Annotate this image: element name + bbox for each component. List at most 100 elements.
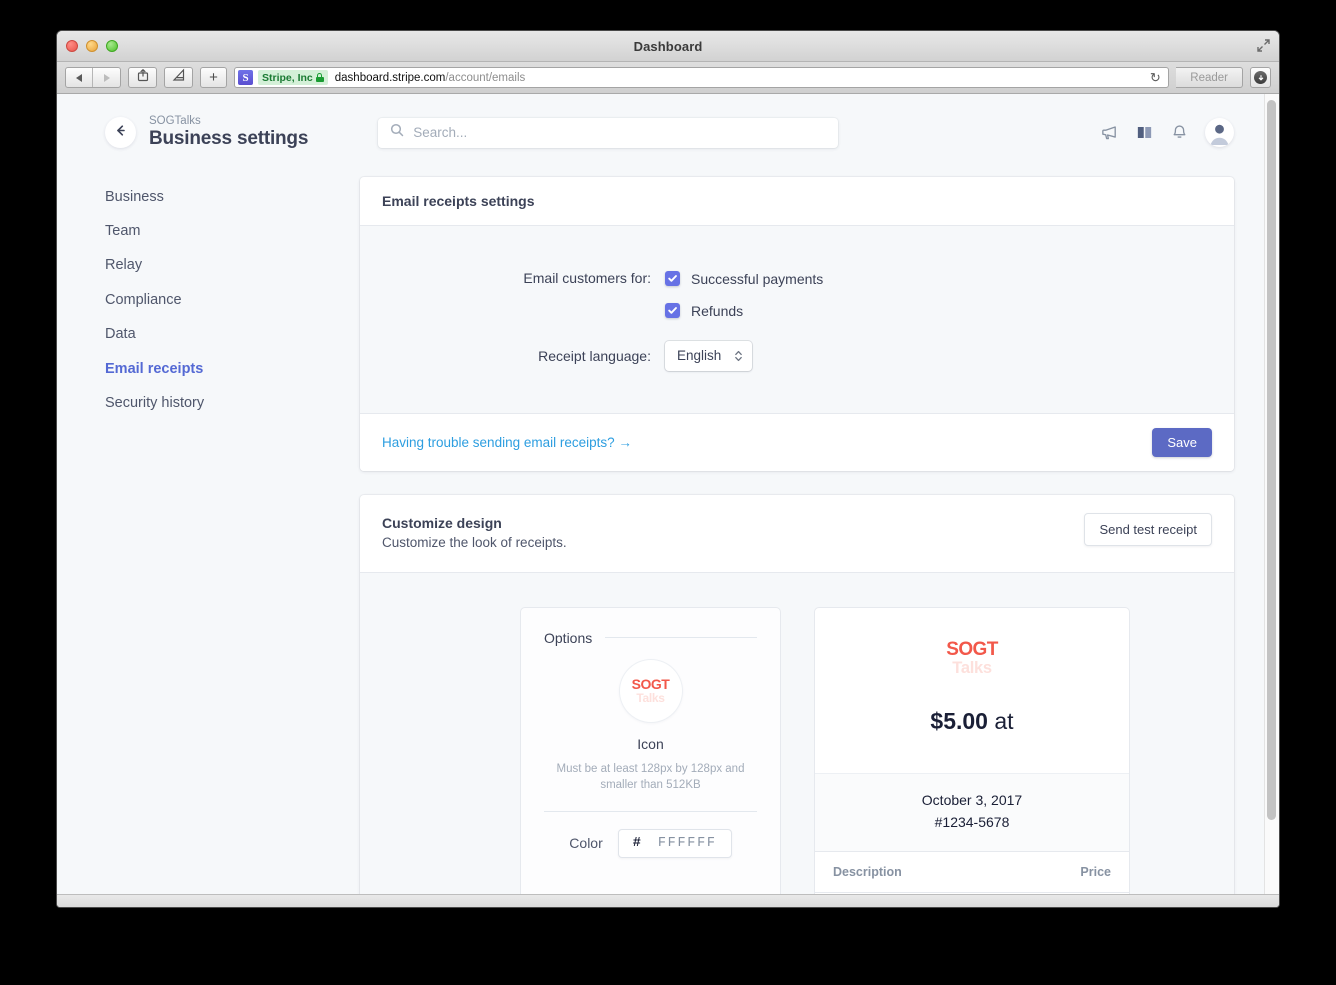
receipt-date: October 3, 2017 <box>921 792 1023 809</box>
scrollbar-thumb[interactable] <box>1267 100 1276 820</box>
email-customers-row: Email customers for: Successful payments <box>360 270 1234 287</box>
bell-icon[interactable] <box>1170 123 1189 142</box>
reading-list-icon <box>172 68 186 87</box>
downloads-button[interactable] <box>1250 67 1271 88</box>
reading-list-button[interactable] <box>164 67 193 88</box>
page-body: Business Team Relay Compliance Data Emai… <box>57 177 1264 894</box>
icon-size-hint: Must be at least 128px by 128px and smal… <box>556 762 745 792</box>
sidebar-item-compliance[interactable]: Compliance <box>105 283 360 317</box>
color-input[interactable]: # FFFFFF <box>617 828 732 858</box>
megaphone-icon[interactable] <box>1100 123 1119 142</box>
sidebar-item-email-receipts[interactable]: Email receipts <box>105 352 360 386</box>
search-bar[interactable] <box>378 117 839 148</box>
checkbox-label-successful-payments: Successful payments <box>691 270 824 287</box>
main-column: Email receipts settings Email customers … <box>360 177 1264 894</box>
refunds-row: Refunds <box>360 303 1234 319</box>
window-titlebar: Dashboard <box>57 31 1279 62</box>
browser-toolbar: + S Stripe, Inc dashboard.stripe.com/acc… <box>57 62 1279 94</box>
color-row: Color # FFFFFF <box>544 812 757 882</box>
address-bar[interactable]: S Stripe, Inc dashboard.stripe.com/accou… <box>234 67 1170 88</box>
customize-design-card: Customize design Customize the look of r… <box>360 494 1234 894</box>
save-button[interactable]: Save <box>1152 427 1212 457</box>
receipt-language-value: English <box>677 348 722 364</box>
receipt-col-description: Description <box>833 864 902 879</box>
page-viewport: SOGTalks Business settings Search... Bus… <box>57 94 1279 894</box>
search-input[interactable] <box>413 125 827 141</box>
header-icon-group <box>1100 118 1234 148</box>
search-icon <box>390 123 404 142</box>
sidebar-item-security-history[interactable]: Security history <box>105 387 360 421</box>
customize-design-header: Customize design Customize the look of r… <box>360 495 1234 572</box>
options-heading-row: Options <box>544 630 757 646</box>
color-hex-value: FFFFFF <box>657 835 717 851</box>
page-scrollbar[interactable] <box>1264 94 1279 894</box>
settings-sidebar: Business Team Relay Compliance Data Emai… <box>105 177 360 894</box>
brand-logo-secondary: Talks <box>636 691 665 706</box>
forward-button[interactable] <box>93 68 120 87</box>
sidebar-item-team[interactable]: Team <box>105 215 360 249</box>
brand-logo-primary: SOGT <box>631 676 670 693</box>
lock-icon <box>315 73 324 82</box>
color-label: Color <box>569 835 603 852</box>
receipt-meta: October 3, 2017 #1234-5678 <box>815 773 1129 852</box>
email-customers-label: Email customers for: <box>523 270 651 287</box>
options-heading: Options <box>544 629 593 646</box>
favicon-stripe: S <box>238 70 253 85</box>
reader-button[interactable]: Reader <box>1176 67 1243 88</box>
new-tab-button[interactable]: + <box>200 67 227 88</box>
receipt-logo: SOGT Talks <box>815 608 1129 698</box>
sidebar-item-relay[interactable]: Relay <box>105 249 360 283</box>
email-receipts-card-footer: Having trouble sending email receipts? →… <box>360 412 1234 471</box>
window-footer <box>57 894 1279 907</box>
window-title: Dashboard <box>633 38 703 54</box>
triangle-left-icon <box>76 73 82 82</box>
browser-window: Dashboard + S Stripe, Inc dashboard.stri… <box>56 30 1280 908</box>
sidebar-item-data[interactable]: Data <box>105 318 360 352</box>
nav-buttons[interactable] <box>65 67 121 88</box>
checkbox-label-refunds: Refunds <box>691 302 744 319</box>
icon-caption: Icon <box>637 735 664 752</box>
customize-design-subtitle: Customize the look of receipts. <box>382 535 567 551</box>
chevron-updown-icon <box>734 349 743 363</box>
receipt-preview: SOGT Talks $5.00 at October 3, 2017 #123… <box>814 606 1130 894</box>
receipt-logo-secondary: Talks <box>952 658 992 677</box>
reload-icon[interactable]: ↻ <box>1144 70 1166 86</box>
email-receipts-card-heading: Email receipts settings <box>360 177 1234 227</box>
back-button[interactable] <box>66 68 93 87</box>
options-panel: Options SOGT Talks Icon Must be at least… <box>520 606 781 894</box>
email-receipts-card: Email receipts settings Email customers … <box>360 177 1234 471</box>
share-icon <box>136 68 150 87</box>
help-link[interactable]: Having trouble sending email receipts? → <box>382 435 632 450</box>
sidebar-item-business[interactable]: Business <box>105 180 360 214</box>
url-text: dashboard.stripe.com/account/emails <box>334 71 526 84</box>
options-divider <box>605 637 757 639</box>
fullscreen-icon[interactable] <box>1256 38 1271 53</box>
download-icon <box>1254 71 1267 84</box>
customize-design-body: Options SOGT Talks Icon Must be at least… <box>360 571 1234 894</box>
back-to-dashboard-button[interactable] <box>105 117 136 149</box>
receipt-logo-primary: SOGT <box>946 638 998 660</box>
page-title-block: SOGTalks Business settings <box>149 114 308 151</box>
hash-icon: # <box>632 835 641 851</box>
receipt-amount-suffix: at <box>987 708 1014 735</box>
app-header: SOGTalks Business settings <box>57 94 1264 151</box>
desktop-background: Dashboard + S Stripe, Inc dashboard.stri… <box>0 0 1336 985</box>
plus-icon: + <box>209 69 218 86</box>
triangle-right-icon <box>103 73 110 82</box>
send-test-receipt-button[interactable]: Send test receipt <box>1084 512 1212 546</box>
page-content: SOGTalks Business settings Search... Bus… <box>57 94 1264 894</box>
receipt-language-label: Receipt language: <box>538 347 651 364</box>
receipt-amount-value: $5.00 <box>930 708 988 735</box>
receipt-language-row: Receipt language: English <box>360 340 1234 371</box>
avatar[interactable] <box>1205 118 1234 148</box>
page-title: Business settings <box>149 128 309 150</box>
brand-icon-upload[interactable]: SOGT Talks <box>619 659 682 722</box>
share-button[interactable] <box>128 67 157 88</box>
receipt-language-select[interactable]: English <box>665 340 753 371</box>
checkbox-successful-payments[interactable] <box>665 271 680 287</box>
account-name: SOGTalks <box>149 115 201 127</box>
ev-certificate-badge: Stripe, Inc <box>258 70 328 85</box>
receipt-table-header: Description Price <box>815 852 1129 893</box>
checkbox-refunds[interactable] <box>665 303 680 319</box>
book-icon[interactable] <box>1135 123 1154 142</box>
